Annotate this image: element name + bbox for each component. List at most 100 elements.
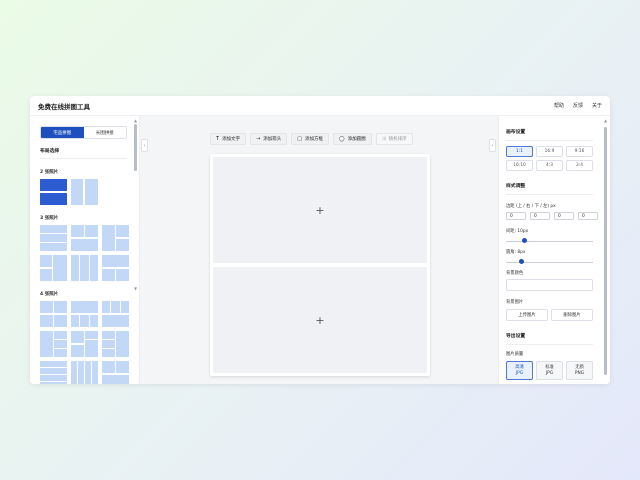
tab-long-image[interactable]: 长图拼接: [83, 127, 126, 138]
app-window: 免费在线拼图工具 帮助 反馈 关于 宅品拼图 长图拼接 布局选择 2 张照片 3…: [30, 96, 610, 384]
quality-label: 图片质量: [506, 352, 524, 357]
arrow-icon: →: [256, 136, 261, 142]
layout-4-columns[interactable]: [71, 361, 98, 384]
ratio-16-10[interactable]: 16:10: [506, 160, 533, 171]
shuffle-label: 随机排序: [388, 137, 407, 142]
group-title-4: 4 张照片: [40, 292, 59, 297]
padding-bottom-input[interactable]: 0: [554, 212, 574, 220]
group-title-3: 3 张照片: [40, 216, 59, 221]
layout-section-title: 布局选择: [40, 149, 60, 154]
layout-4-mixed[interactable]: [71, 331, 98, 357]
layout-4-left-big[interactable]: [40, 331, 67, 357]
bg-color-label: 背景颜色: [506, 271, 524, 276]
style-settings-title: 样式调整: [506, 184, 526, 189]
layout-2-vertical[interactable]: [71, 179, 98, 205]
layout-4-right-big[interactable]: [102, 331, 129, 357]
divider: [506, 194, 593, 195]
quality-lossless-format: PNG: [574, 370, 585, 376]
nav-feedback[interactable]: 反馈: [573, 102, 583, 109]
divider: [506, 140, 593, 141]
padding-top-input[interactable]: 0: [506, 212, 526, 220]
upload-bg-button[interactable]: 上传图片: [506, 309, 548, 321]
tab-grid-collage[interactable]: 宅品拼图: [41, 127, 84, 138]
ratio-options: 1:1 16:9 9:16 16:10 4:3 3:4: [506, 146, 610, 171]
chevron-right-icon: ›: [491, 142, 494, 149]
group-title-2: 2 张照片: [40, 170, 59, 175]
header-nav: 帮助 反馈 关于: [554, 102, 602, 109]
add-box-button[interactable]: □ 添加方框: [291, 133, 329, 145]
nav-about[interactable]: 关于: [592, 102, 602, 109]
layout-3-left-big[interactable]: [102, 225, 129, 251]
layout-3-bottom-split[interactable]: [102, 255, 129, 281]
layout-4-bottom-big[interactable]: [102, 301, 129, 327]
radius-slider-knob[interactable]: [519, 259, 524, 264]
layout-3-top-split[interactable]: [71, 225, 98, 251]
add-box-label: 添加方框: [305, 137, 323, 142]
gap-slider[interactable]: [506, 238, 593, 244]
padding-label: 边距 (上 / 右 / 下 / 左) px: [506, 204, 556, 209]
bg-color-picker[interactable]: [506, 279, 593, 291]
add-text-label: 添加文字: [222, 137, 241, 142]
shuffle-button[interactable]: ⤨ 随机排序: [375, 133, 413, 145]
image-slot-2[interactable]: +: [213, 267, 427, 373]
padding-left-input[interactable]: 0: [578, 212, 598, 220]
quality-hd[interactable]: 高清 JPG: [506, 361, 533, 380]
canvas-toolbar: T 添加文字 → 添加箭头 □ 添加方框 ◯ 添加圆圈 ⤨ 随机排序: [210, 133, 413, 145]
shuffle-icon: ⤨: [381, 136, 386, 142]
collage-canvas: + +: [210, 154, 430, 376]
gap-slider-knob[interactable]: [522, 238, 527, 243]
gap-label: 间距: 10px: [506, 229, 529, 234]
padding-right-input[interactable]: 0: [530, 212, 550, 220]
app-title: 免费在线拼图工具: [38, 102, 90, 111]
scroll-up-icon[interactable]: ▲: [604, 118, 607, 123]
layout-panel: 宅品拼图 长图拼接 布局选择 2 张照片 3 张照片 4 张照片 ▲ ▼: [30, 116, 140, 384]
scroll-up-icon[interactable]: ▲: [134, 118, 137, 123]
mode-switch: 宅品拼图 长图拼接: [40, 126, 127, 139]
add-arrow-button[interactable]: → 添加箭头: [250, 133, 288, 145]
radius-slider[interactable]: [506, 259, 593, 265]
quality-lossless[interactable]: 无损 PNG: [566, 361, 593, 380]
quality-options: 高清 JPG 标准 JPG 无损 PNG: [506, 361, 610, 380]
remove-bg-button[interactable]: 删除图片: [551, 309, 593, 321]
quality-hd-format: JPG: [515, 370, 524, 376]
ratio-9-16[interactable]: 9:16: [566, 146, 593, 157]
padding-inputs: 0 0 0 0: [506, 212, 610, 220]
layout-3-right-big[interactable]: [40, 255, 67, 281]
app-header: 免费在线拼图工具 帮助 反馈 关于: [30, 96, 610, 116]
layout-panel-scrollbar[interactable]: ▲ ▼: [134, 118, 138, 291]
ratio-1-1[interactable]: 1:1: [506, 146, 533, 157]
layout-4-top-big[interactable]: [71, 301, 98, 327]
layout-4-grid[interactable]: [40, 301, 67, 327]
ratio-3-4[interactable]: 3:4: [566, 160, 593, 171]
scroll-down-icon[interactable]: ▼: [134, 286, 137, 291]
settings-panel-scrollbar[interactable]: ▲: [604, 118, 608, 380]
settings-panel: 画布设置 1:1 16:9 9:16 16:10 4:3 3:4 样式调整 边距…: [498, 116, 610, 384]
layout-4-rows[interactable]: [40, 361, 67, 384]
layout-4-top-split[interactable]: [102, 361, 129, 384]
scrollbar-thumb[interactable]: [134, 124, 137, 171]
add-circle-label: 添加圆圈: [347, 137, 366, 142]
square-icon: □: [297, 136, 302, 142]
image-slot-1[interactable]: +: [213, 157, 427, 263]
layout-3-rows[interactable]: [40, 225, 67, 251]
collapse-left-panel-button[interactable]: ‹: [141, 139, 148, 152]
divider: [506, 344, 593, 345]
add-text-button[interactable]: T 添加文字: [210, 133, 247, 145]
collapse-right-panel-button[interactable]: ›: [489, 139, 496, 152]
add-circle-button[interactable]: ◯ 添加圆圈: [333, 133, 372, 145]
ratio-16-9[interactable]: 16:9: [536, 146, 563, 157]
canvas-settings-title: 画布设置: [506, 130, 526, 135]
text-icon: T: [216, 136, 220, 142]
chevron-left-icon: ‹: [143, 142, 146, 149]
quality-standard[interactable]: 标准 JPG: [536, 361, 563, 380]
add-arrow-label: 添加箭头: [263, 137, 282, 142]
ellipse-icon: ◯: [339, 136, 345, 142]
layout-2-horizontal[interactable]: [40, 179, 67, 205]
divider: [40, 158, 127, 159]
bg-image-label: 背景图片: [506, 300, 524, 305]
nav-help[interactable]: 帮助: [554, 102, 564, 109]
export-settings-title: 导出设置: [506, 334, 526, 339]
layout-3-columns[interactable]: [71, 255, 98, 281]
ratio-4-3[interactable]: 4:3: [536, 160, 563, 171]
scrollbar-thumb[interactable]: [604, 127, 607, 375]
